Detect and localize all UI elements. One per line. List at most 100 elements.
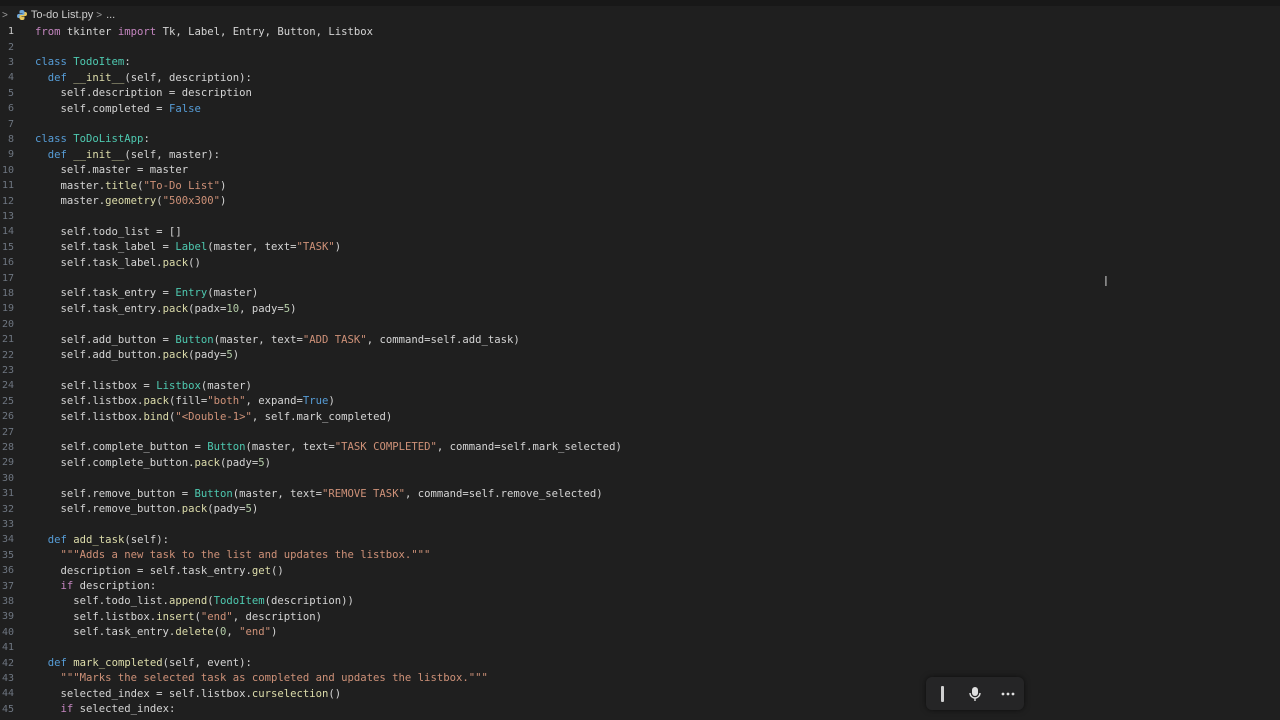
more-icon[interactable] [996,682,1020,706]
line-number: 44 [1,688,14,700]
code-line[interactable]: 7 [0,116,1280,131]
code-token: "TASK" [296,241,335,254]
code-line[interactable]: 8 class ToDoListApp: [0,132,1280,147]
line-number: 25 [1,395,14,407]
code-line[interactable]: 36 description = self.task_entry.get() [0,563,1280,578]
drag-handle-icon[interactable] [930,682,954,706]
code-line[interactable]: 35 """Adds a new task to the list and up… [0,548,1280,563]
code-line[interactable]: 4 def __init__(self, description): [0,70,1280,85]
code-text: class TodoItem: [35,56,131,68]
code-line[interactable]: 3 class TodoItem: [0,55,1280,70]
code-line[interactable]: 23 [0,363,1280,378]
code-token: self.listbox. [35,610,157,623]
code-line[interactable]: 40 self.task_entry.delete(0, "end") [0,625,1280,640]
code-line[interactable]: 43 """Marks the selected task as complet… [0,671,1280,686]
code-line[interactable]: 44 selected_index = self.listbox.cursele… [0,686,1280,701]
code-line[interactable]: 45 if selected_index: [0,702,1280,717]
code-token: add_task [73,533,125,546]
code-text: class ToDoListApp: [35,133,150,145]
code-line[interactable]: 19 self.task_entry.pack(padx=10, pady=5) [0,301,1280,316]
code-line[interactable]: 32 self.remove_button.pack(pady=5) [0,501,1280,516]
code-text: self.task_label = Label(master, text="TA… [35,241,342,254]
code-text: if selected_index: [35,703,176,715]
code-line[interactable]: 21 self.add_button = Button(master, text… [0,332,1280,347]
code-token: selected_index = self.listbox. [35,687,252,700]
line-number: 32 [1,503,14,515]
line-number: 43 [1,672,14,684]
code-text: self.remove_button = Button(master, text… [35,488,603,500]
code-token: Listbox [156,379,201,392]
code-line[interactable]: 10 self.master = master [0,163,1280,178]
code-line[interactable]: 38 self.todo_list.append(TodoItem(descri… [0,594,1280,609]
code-token: import [117,25,157,38]
code-line[interactable]: 13 [0,209,1280,224]
code-token: "To-Do List" [143,179,220,192]
code-line[interactable]: 41 [0,640,1280,655]
code-token: pack [162,256,189,269]
code-line[interactable]: 24 self.listbox = Listbox(master) [0,378,1280,393]
code-line[interactable]: 37 if description: [0,578,1280,593]
code-text: self.remove_button.pack(pady=5) [35,503,259,515]
code-text: """Adds a new task to the list and updat… [35,549,431,561]
code-line[interactable]: 22 self.add_button.pack(pady=5) [0,347,1280,362]
breadcrumb-more[interactable]: ... [106,9,115,21]
code-token: def [47,148,67,161]
code-line[interactable]: 34 def add_task(self): [0,532,1280,547]
code-line[interactable]: 30 [0,471,1280,486]
code-line[interactable]: 27 [0,424,1280,439]
code-text: self.completed = False [35,103,201,115]
code-line[interactable]: 20 [0,317,1280,332]
code-line[interactable]: 42 def mark_completed(self, event): [0,655,1280,670]
line-number: 3 [7,56,14,68]
line-number: 34 [1,534,14,546]
code-line[interactable]: 14 self.todo_list = [] [0,224,1280,239]
microphone-icon[interactable] [963,682,987,706]
code-token: ) [334,241,342,254]
code-line[interactable]: 15 self.task_label = Label(master, text=… [0,240,1280,255]
code-line[interactable]: 16 self.task_label.pack() [0,255,1280,270]
code-token: "REMOVE TASK" [322,487,405,500]
code-token: (master) [207,287,259,300]
code-token: , pady= [239,302,284,315]
code-line[interactable]: 26 self.listbox.bind("<Double-1>", self.… [0,409,1280,424]
code-line[interactable]: 2 [0,39,1280,54]
code-line[interactable]: 11 master.title("To-Do List") [0,178,1280,193]
code-line[interactable]: 17 [0,270,1280,285]
code-token: (pady= [219,456,259,469]
code-line[interactable]: 28 self.complete_button = Button(master,… [0,440,1280,455]
code-text: description = self.task_entry.get() [35,565,284,577]
code-token: TodoItem [213,595,265,608]
code-line[interactable]: 39 self.listbox.insert("end", descriptio… [0,609,1280,624]
code-text: self.todo_list = [] [35,226,182,238]
code-text: selected_index = self.listbox.curselecti… [35,687,342,700]
code-text: self.task_entry.delete(0, "end") [35,626,277,638]
code-token: () [188,256,201,269]
code-token: self.listbox. [35,410,144,423]
code-token: class [35,56,67,69]
code-token: self.complete_button = [35,441,208,454]
code-token: ToDoListApp [73,133,144,146]
code-editor[interactable]: 1 from tkinter import Tk, Label, Entry, B… [0,24,1280,720]
code-token: self.add_button. [35,349,163,362]
code-token: , command=self.mark_selected) [436,441,622,454]
code-token: append [168,595,208,608]
code-line[interactable]: 6 self.completed = False [0,101,1280,116]
code-line[interactable]: 33 [0,517,1280,532]
code-line[interactable]: 31 self.remove_button = Button(master, t… [0,486,1280,501]
breadcrumb-file[interactable]: To-do List.py [31,9,93,21]
code-line[interactable]: 29 self.complete_button.pack(pady=5) [0,455,1280,470]
code-line[interactable]: 12 master.geometry("500x300") [0,193,1280,208]
code-line[interactable]: 5 self.description = description [0,86,1280,101]
code-token: "both" [207,395,246,408]
code-token: self.complete_button. [35,456,195,469]
code-line[interactable]: 9 def __init__(self, master): [0,147,1280,162]
code-token: ) [328,395,335,408]
code-line[interactable]: 1 from tkinter import Tk, Label, Entry, B… [0,24,1280,39]
code-token: Button [207,441,246,454]
code-line[interactable]: 25 self.listbox.pack(fill="both", expand… [0,394,1280,409]
code-token: self.master = master [35,164,189,177]
code-line[interactable]: 18 self.task_entry = Entry(master) [0,286,1280,301]
